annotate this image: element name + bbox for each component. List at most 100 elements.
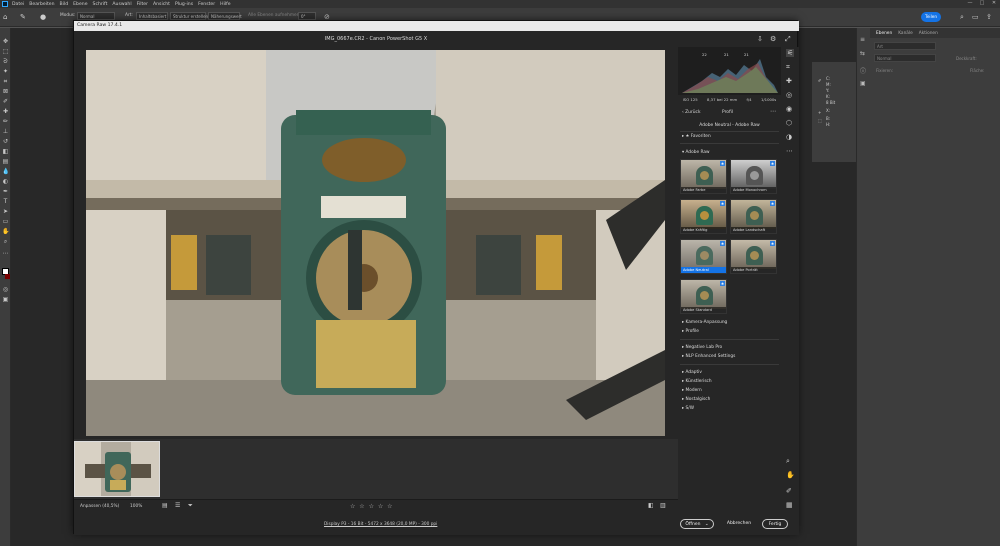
- menu-filter[interactable]: Filter: [137, 2, 148, 7]
- close-icon[interactable]: ✕: [988, 0, 1000, 6]
- type-tool-icon[interactable]: T: [2, 198, 9, 205]
- filmstrip-toggle-icon[interactable]: ▤: [162, 502, 168, 509]
- menu-datei[interactable]: Datei: [12, 2, 24, 7]
- eyedropper-icon[interactable]: ✐: [2, 98, 9, 105]
- profile-tile-adobe-neutral[interactable]: ★ Adobe Neutral: [680, 239, 727, 274]
- profile-tile-adobe-monochrom[interactable]: ★ Adobe Monochrom: [730, 159, 777, 194]
- properties-panel-icon[interactable]: ▣: [860, 80, 866, 87]
- background-color-swatch[interactable]: [5, 274, 10, 279]
- zoom-percent-select[interactable]: 100%: [130, 504, 142, 509]
- tab-aktionen[interactable]: Aktionen: [919, 31, 938, 36]
- menu-auswahl[interactable]: Auswahl: [112, 2, 131, 7]
- minimize-icon[interactable]: —: [964, 0, 976, 6]
- lasso-tool-icon[interactable]: ᘐ: [2, 58, 9, 65]
- more-tools-icon[interactable]: ⋯: [2, 250, 9, 257]
- art-create-texture-button[interactable]: Struktur erstellen: [170, 12, 208, 20]
- masking-icon[interactable]: ◎: [786, 91, 792, 99]
- favorite-star-icon[interactable]: ★: [720, 281, 725, 286]
- dodge-tool-icon[interactable]: ◐: [2, 178, 9, 185]
- history-panel-icon[interactable]: ⇆: [860, 50, 865, 57]
- brush-size-icon[interactable]: ●: [40, 13, 46, 21]
- eraser-tool-icon[interactable]: ◧: [2, 148, 9, 155]
- crop-icon[interactable]: ⌗: [786, 63, 790, 72]
- settings-gear-icon[interactable]: ⚙: [770, 35, 776, 43]
- workflow-options-link[interactable]: Display P3 - 16 Bit - 5472 x 3648 (20,0 …: [324, 522, 437, 527]
- stamp-tool-icon[interactable]: ⊥: [2, 128, 9, 135]
- color-sampler-icon[interactable]: ✐: [786, 487, 792, 495]
- menu-schrift[interactable]: Schrift: [93, 2, 108, 7]
- menu-fenster[interactable]: Fenster: [198, 2, 215, 7]
- group-kuenstlerisch[interactable]: ▸ Künstlerisch: [682, 379, 712, 384]
- art-proximity-button[interactable]: Näherungswert: [208, 12, 242, 20]
- menu-bild[interactable]: Bild: [60, 2, 69, 7]
- save-icon[interactable]: ⇩: [757, 35, 763, 43]
- zoom-icon[interactable]: ⌕: [786, 457, 790, 466]
- edit-sliders-icon[interactable]: ⚟: [786, 49, 795, 57]
- crop-tool-icon[interactable]: ⌗: [2, 78, 9, 85]
- favorite-star-icon[interactable]: ★: [770, 201, 775, 206]
- quickmask-icon[interactable]: ◎: [2, 286, 9, 293]
- blend-mode-select[interactable]: Normal: [874, 54, 936, 62]
- art-content-aware-button[interactable]: Inhaltsbasiert: [136, 12, 168, 20]
- zoom-fit-select[interactable]: Anpassen (40,5%): [80, 504, 119, 509]
- maximize-icon[interactable]: □: [976, 0, 988, 6]
- profile-tile-adobe-landschaft[interactable]: ★ Adobe Landschaft: [730, 199, 777, 234]
- history-brush-icon[interactable]: ↺: [2, 138, 9, 145]
- hand-icon[interactable]: ✋: [786, 471, 795, 479]
- filmstrip-thumbnail[interactable]: [74, 441, 160, 497]
- menu-bearbeiten[interactable]: Bearbeiten: [29, 2, 54, 7]
- shape-tool-icon[interactable]: ▭: [2, 218, 9, 225]
- done-button[interactable]: Fertig: [762, 519, 788, 529]
- profile-tile-adobe-farbe[interactable]: ★ Adobe Farbe: [680, 159, 727, 194]
- share-button[interactable]: Teilen: [921, 12, 941, 22]
- profile-tile-adobe-portraet[interactable]: ★ Adobe Porträt: [730, 239, 777, 274]
- zoom-tool-icon[interactable]: ⌕: [2, 238, 9, 245]
- favorite-star-icon[interactable]: ★: [720, 161, 725, 166]
- screen-mode-icon[interactable]: ▣: [2, 296, 9, 303]
- profile-tile-adobe-standard[interactable]: ★ Adobe Standard: [680, 279, 727, 314]
- healing-brush-icon[interactable]: ✎: [20, 13, 26, 21]
- rating-stars[interactable]: ☆ ☆ ☆ ☆ ☆: [350, 503, 394, 510]
- more-options-icon[interactable]: ⋯: [770, 108, 776, 115]
- group-negative-lab-pro[interactable]: ▸ Negative Lab Pro: [682, 345, 722, 350]
- compare-view-icon[interactable]: ▥: [660, 502, 666, 509]
- layers-panel-icon[interactable]: ≡: [860, 36, 865, 43]
- menu-ansicht[interactable]: Ansicht: [153, 2, 170, 7]
- sample-all-layers-checkbox[interactable]: Alle Ebenen aufnehmen: [248, 13, 299, 18]
- fullscreen-icon[interactable]: ⤢: [785, 35, 791, 44]
- search-icon[interactable]: ⌕: [960, 13, 964, 22]
- info-panel-icon[interactable]: ⓘ: [860, 66, 866, 75]
- modus-select[interactable]: Normal: [77, 12, 115, 20]
- cancel-button[interactable]: Abbrechen: [722, 519, 756, 529]
- move-tool-icon[interactable]: ✥: [2, 38, 9, 45]
- menu-plugins[interactable]: Plug-ins: [175, 2, 193, 7]
- angle-input[interactable]: 0°: [298, 12, 316, 20]
- favorite-star-icon[interactable]: ★: [770, 161, 775, 166]
- hand-tool-icon[interactable]: ✋: [2, 228, 9, 235]
- gradient-tool-icon[interactable]: ▤: [2, 158, 9, 165]
- remove-tool-icon[interactable]: ✚: [786, 77, 792, 85]
- photoshop-logo-icon[interactable]: [2, 1, 8, 7]
- marquee-tool-icon[interactable]: ⬚: [2, 48, 9, 55]
- pen-tool-icon[interactable]: ✒: [2, 188, 9, 195]
- path-select-icon[interactable]: ➤: [2, 208, 9, 215]
- group-kamera-anpassung[interactable]: ▸ Kamera-Anpassung: [682, 320, 727, 325]
- tab-ebenen[interactable]: Ebenen: [876, 31, 892, 36]
- presets-icon[interactable]: ⬡: [786, 119, 792, 127]
- tab-kanaele[interactable]: Kanäle: [898, 31, 913, 36]
- main-photo-preview[interactable]: [86, 50, 665, 436]
- home-icon[interactable]: ⌂: [3, 13, 7, 21]
- grid-overlay-icon[interactable]: ▦: [786, 501, 793, 509]
- favorite-star-icon[interactable]: ★: [720, 241, 725, 246]
- group-nlp-enhanced[interactable]: ▸ NLP Enhanced Settings: [682, 354, 735, 359]
- frame-tool-icon[interactable]: ⊠: [2, 88, 9, 95]
- group-profile[interactable]: ▸ Profile: [682, 329, 699, 334]
- chevron-down-icon[interactable]: ⌄: [705, 522, 709, 527]
- filter-icon[interactable]: ⏷: [188, 502, 193, 510]
- redeye-icon[interactable]: ◉: [786, 105, 792, 113]
- sort-icon[interactable]: ☰: [175, 502, 180, 509]
- group-modern[interactable]: ▸ Modern: [682, 388, 702, 393]
- adobe-raw-group[interactable]: ▾ Adobe Raw: [682, 150, 710, 155]
- menu-ebene[interactable]: Ebene: [73, 2, 87, 7]
- menu-hilfe[interactable]: Hilfe: [220, 2, 230, 7]
